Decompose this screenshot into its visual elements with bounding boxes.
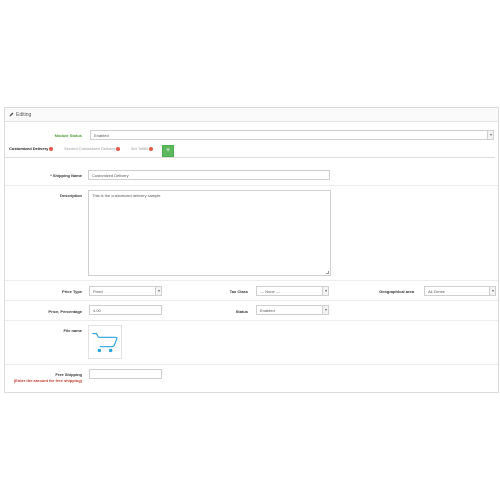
free-shipping-note: (Enter the amount for free shipping) — [13, 378, 82, 383]
chevron-down-icon — [489, 287, 495, 295]
add-tab-button[interactable]: + — [162, 145, 174, 157]
shipping-name-label: * Shipping Name — [50, 173, 82, 178]
minus-circle-icon[interactable] — [49, 146, 54, 151]
tab-label: 3rd Tofifill — [131, 146, 148, 151]
shopping-cart-icon — [92, 332, 118, 353]
price-type-select[interactable]: Fixed — [89, 286, 162, 296]
chevron-down-icon — [155, 287, 161, 295]
price-type-label: Price Type — [62, 289, 82, 294]
row-divider — [5, 185, 498, 186]
tab-customized-delivery[interactable]: Customized Delivery — [9, 146, 54, 151]
description-text: This is the customized delivery sample — [92, 193, 161, 198]
tax-class-label: Tax Class — [229, 289, 248, 294]
geo-zone-label: Geographical area — [379, 289, 414, 294]
file-name-label: File name — [63, 328, 82, 333]
plus-icon: + — [165, 147, 171, 154]
panel-title: Editing — [16, 112, 32, 118]
module-status-select[interactable]: Enabled — [90, 130, 494, 140]
module-status-value: Enabled — [94, 133, 109, 138]
file-thumbnail[interactable] — [88, 325, 122, 359]
resize-handle[interactable] — [326, 271, 329, 274]
row-divider — [5, 300, 498, 301]
tab-3rd[interactable]: 3rd Tofifill — [131, 146, 153, 151]
price-percentage-input[interactable]: 4.00 — [89, 305, 162, 315]
geo-zone-value: All Zones — [428, 289, 445, 294]
panel-heading: Editing — [5, 108, 498, 122]
tax-class-value: --- None --- — [260, 289, 280, 294]
price-percentage-label: Price, Percentage — [48, 309, 82, 314]
price-type-value: Fixed — [93, 289, 103, 294]
description-textarea[interactable]: This is the customized delivery sample — [88, 190, 331, 276]
tabs-underline — [4, 157, 495, 158]
geo-zone-select[interactable]: All Zones — [424, 286, 496, 296]
row-divider — [5, 280, 498, 281]
free-shipping-label: Free Shipping — [55, 372, 82, 377]
free-shipping-input[interactable] — [89, 369, 162, 379]
row-divider — [5, 320, 498, 321]
chevron-down-icon — [487, 131, 493, 139]
chevron-down-icon — [322, 306, 328, 314]
shipping-name-input[interactable]: Customized Delivery — [88, 170, 330, 180]
chevron-down-icon — [322, 287, 328, 295]
row-divider — [5, 364, 498, 365]
pencil-icon — [9, 112, 14, 117]
minus-circle-icon[interactable] — [116, 146, 121, 151]
minus-circle-icon[interactable] — [148, 146, 153, 151]
status-label: Status — [235, 309, 248, 314]
description-label: Description — [59, 193, 82, 198]
tab-label: Second Customized Delivery — [64, 146, 116, 151]
module-status-label: Module Status — [54, 133, 82, 138]
tab-label: Customized Delivery — [9, 146, 49, 151]
status-select[interactable]: Enabled — [256, 305, 329, 315]
tax-class-select[interactable]: --- None --- — [256, 286, 329, 296]
status-value: Enabled — [260, 308, 275, 313]
tab-second-customized-delivery[interactable]: Second Customized Delivery — [64, 146, 121, 151]
